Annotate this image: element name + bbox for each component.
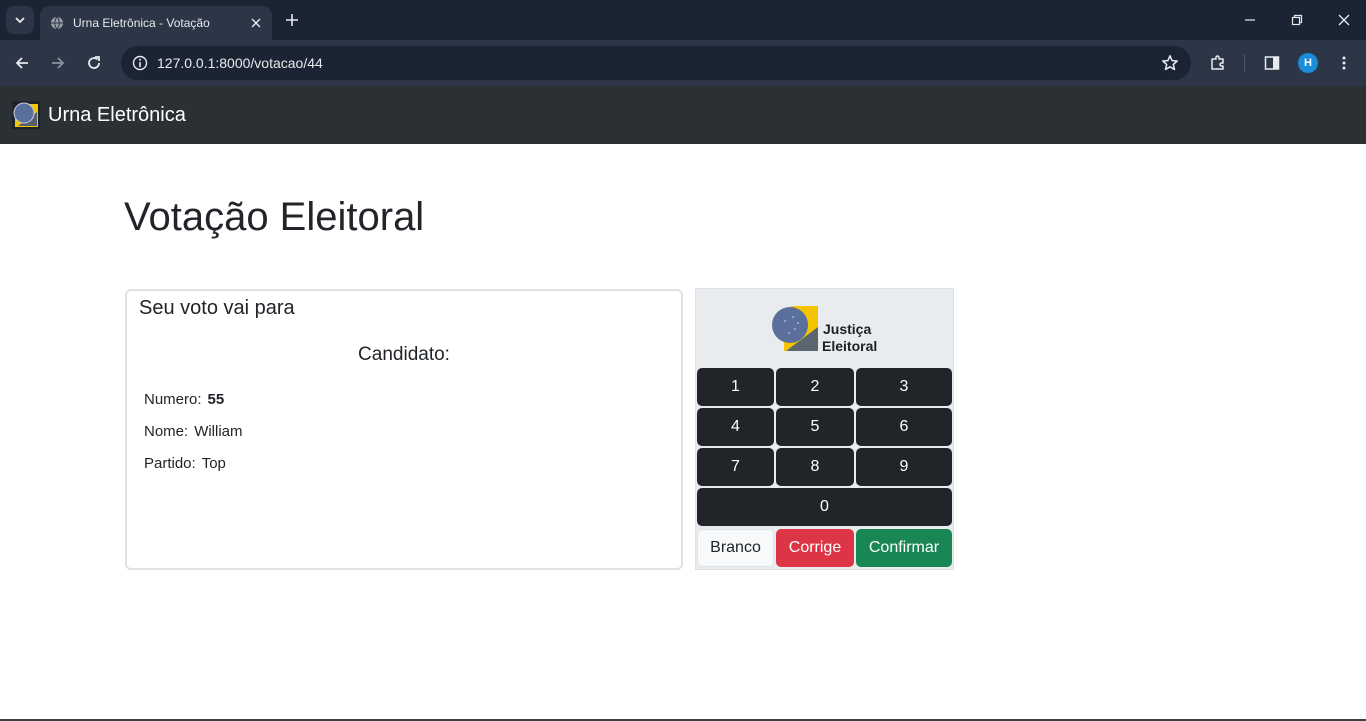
forward-icon [52,57,65,69]
key-1[interactable]: 1 [697,368,774,406]
restore-icon [1291,14,1303,26]
close-window-button[interactable] [1334,10,1354,30]
page-title: Votação Eleitoral [124,195,425,239]
partido-value: Top [201,455,226,472]
reload-button[interactable] [83,52,105,74]
minimize-icon [1245,19,1255,21]
globe-icon [50,16,64,30]
forward-button[interactable] [47,52,69,74]
key-6[interactable]: 6 [856,408,952,446]
ballot-screen: Seu voto vai para Candidato: Numero: 55 N… [125,289,683,570]
new-tab-button[interactable] [282,10,302,30]
numero-value: 55 [207,391,225,408]
numero-row: Numero: 55 [144,390,224,410]
navbar-brand[interactable]: Urna Eletrônica [48,103,186,127]
info-icon[interactable] [131,54,149,72]
key-8[interactable]: 8 [776,448,854,486]
urna-logo-icon[interactable] [12,101,40,129]
star-icon[interactable] [1161,54,1179,72]
toolbar-separator [1244,54,1245,72]
menu-icon [1342,56,1346,70]
key-0[interactable]: 0 [697,488,952,526]
logo-text-justica: Justiça [823,321,871,337]
reload-icon [88,56,100,69]
side-panel-icon [1264,56,1280,70]
browser-menu-button[interactable] [1333,52,1355,74]
partido-row: Partido: Top [144,454,226,474]
numero-label: Numero: [144,391,202,408]
key-5[interactable]: 5 [776,408,854,446]
plus-icon [286,14,298,26]
side-panel-button[interactable] [1261,52,1283,74]
key-4[interactable]: 4 [697,408,774,446]
nome-label: Nome: [144,423,189,440]
close-window-icon [1338,14,1350,26]
nome-row: Nome: William [144,422,243,442]
candidate-title: Candidato: [358,344,450,365]
url-text[interactable]: 127.0.0.1:8000/votacao/44 [157,46,323,80]
profile-avatar[interactable]: H [1298,53,1318,73]
site-navbar: Urna Eletrônica [0,86,1366,144]
minimize-button[interactable] [1240,10,1260,30]
extensions-icon [1211,55,1224,70]
browser-tab[interactable]: Urna Eletrônica - Votação [40,6,272,40]
voting-keypad: Justiça Eleitoral 1 2 3 4 5 6 7 8 9 0 Br… [695,288,954,570]
back-icon [15,57,28,69]
tab-search-button[interactable] [6,6,34,34]
key-3[interactable]: 3 [856,368,952,406]
nome-value: William [194,423,243,440]
key-2[interactable]: 2 [776,368,854,406]
back-button[interactable] [11,52,33,74]
address-bar[interactable]: 127.0.0.1:8000/votacao/44 [121,46,1191,80]
chevron-down-icon [15,17,25,24]
extensions-button[interactable] [1207,52,1229,74]
tab-title: Urna Eletrônica - Votação [73,16,210,30]
browser-toolbar: 127.0.0.1:8000/votacao/44 H [0,40,1366,86]
justica-eleitoral-logo: Justiça Eleitoral [772,306,877,354]
partido-label: Partido: [144,455,196,472]
confirmar-button[interactable]: Confirmar [856,529,952,567]
key-7[interactable]: 7 [697,448,774,486]
key-9[interactable]: 9 [856,448,952,486]
corrige-button[interactable]: Corrige [776,529,854,567]
screen-heading: Seu voto vai para [139,297,295,319]
logo-text-eleitoral: Eleitoral [822,338,877,354]
restore-button[interactable] [1287,10,1307,30]
tab-close-icon[interactable] [248,15,264,31]
browser-tab-bar: Urna Eletrônica - Votação [0,0,1366,40]
branco-button[interactable]: Branco [697,529,774,567]
